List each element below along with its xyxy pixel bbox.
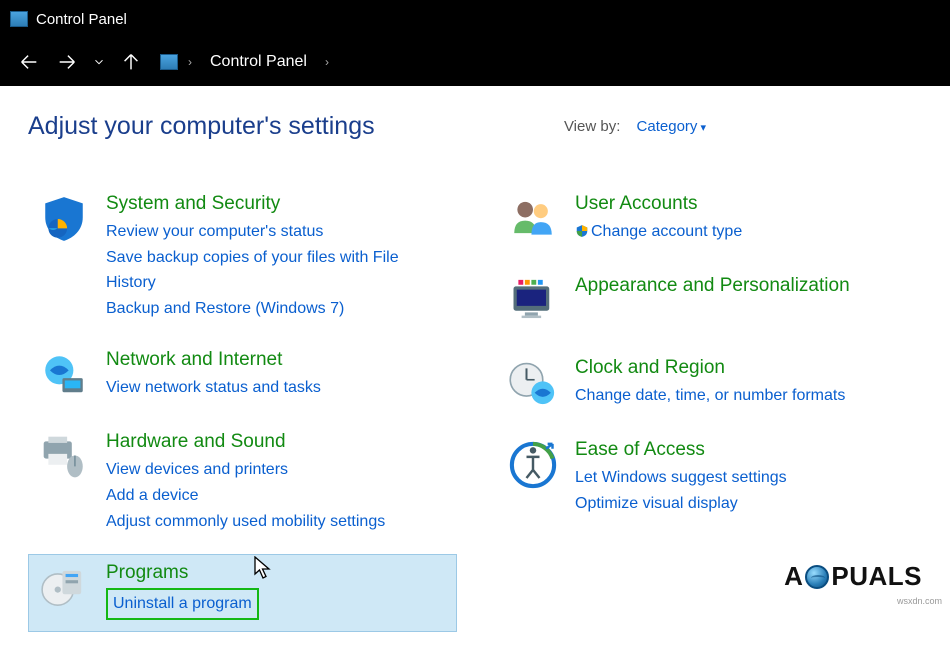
category-title[interactable]: System and Security xyxy=(106,193,449,215)
category-network: Network and Internet View network status… xyxy=(28,341,457,415)
clock-globe-icon xyxy=(505,355,561,411)
category-title[interactable]: Hardware and Sound xyxy=(106,431,385,453)
category-title[interactable]: Ease of Access xyxy=(575,439,787,461)
nav-bar: › Control Panel › xyxy=(0,38,950,86)
category-appearance: Appearance and Personalization xyxy=(497,267,926,341)
recent-dropdown[interactable] xyxy=(88,45,110,79)
category-clock-region: Clock and Region Change date, time, or n… xyxy=(497,349,926,423)
up-button[interactable] xyxy=(114,45,148,79)
category-title[interactable]: Clock and Region xyxy=(575,357,845,379)
link-file-history[interactable]: Save backup copies of your files with Fi… xyxy=(106,245,449,296)
link-network-status[interactable]: View network status and tasks xyxy=(106,375,321,401)
printer-mouse-icon xyxy=(36,429,92,485)
users-icon xyxy=(505,191,561,247)
link-backup-restore[interactable]: Backup and Restore (Windows 7) xyxy=(106,296,449,322)
link-add-device[interactable]: Add a device xyxy=(106,483,385,509)
source-label: wsxdn.com xyxy=(897,596,942,606)
category-ease-of-access: Ease of Access Let Windows suggest setti… xyxy=(497,431,926,528)
control-panel-icon xyxy=(160,54,178,70)
breadcrumb-chevron-icon[interactable]: › xyxy=(319,55,335,69)
category-title[interactable]: Programs xyxy=(106,562,259,584)
link-mobility-settings[interactable]: Adjust commonly used mobility settings xyxy=(106,509,385,535)
globe-network-icon xyxy=(36,347,92,403)
window-title: Control Panel xyxy=(36,11,127,28)
monitor-palette-icon xyxy=(505,273,561,329)
category-hardware: Hardware and Sound View devices and prin… xyxy=(28,423,457,546)
category-title[interactable]: User Accounts xyxy=(575,193,742,215)
view-by-label: View by: xyxy=(564,118,620,135)
title-bar: Control Panel xyxy=(0,0,950,38)
category-system-security: System and Security Review your computer… xyxy=(28,185,457,333)
link-optimize-display[interactable]: Optimize visual display xyxy=(575,491,787,517)
link-change-account-type[interactable]: Change account type xyxy=(575,219,742,245)
watermark-orb-icon xyxy=(805,565,829,589)
link-devices-printers[interactable]: View devices and printers xyxy=(106,457,385,483)
page-title: Adjust your computer's settings xyxy=(28,112,375,141)
link-uninstall-program[interactable]: Uninstall a program xyxy=(106,588,259,620)
link-review-status[interactable]: Review your computer's status xyxy=(106,219,449,245)
category-programs: Programs Uninstall a program xyxy=(28,554,457,632)
breadcrumb-control-panel[interactable]: Control Panel xyxy=(202,49,315,75)
category-title[interactable]: Appearance and Personalization xyxy=(575,275,850,297)
forward-button[interactable] xyxy=(50,45,84,79)
shield-icon xyxy=(36,191,92,247)
link-suggest-settings[interactable]: Let Windows suggest settings xyxy=(575,465,787,491)
view-by-control: View by: Category xyxy=(564,118,706,135)
control-panel-app-icon xyxy=(10,11,28,27)
address-bar[interactable]: › Control Panel › xyxy=(160,49,335,75)
ease-of-access-icon xyxy=(505,437,561,493)
link-date-time-formats[interactable]: Change date, time, or number formats xyxy=(575,383,845,409)
category-user-accounts: User Accounts Change account type xyxy=(497,185,926,259)
category-title[interactable]: Network and Internet xyxy=(106,349,321,371)
uac-shield-icon xyxy=(575,224,589,238)
view-by-dropdown[interactable]: Category xyxy=(637,118,706,135)
breadcrumb-chevron-icon[interactable]: › xyxy=(182,55,198,69)
back-button[interactable] xyxy=(12,45,46,79)
watermark-logo: A PUALS xyxy=(784,561,922,592)
